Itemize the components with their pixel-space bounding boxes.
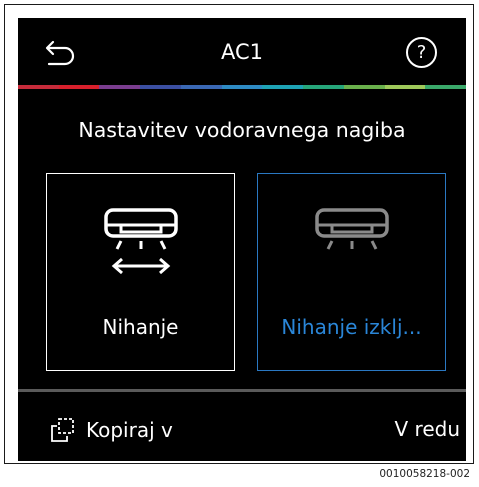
color-strip-segment — [343, 85, 385, 89]
option-swing[interactable]: Nihanje — [46, 173, 235, 371]
device-screen: AC1 ? Nastavitev vodoravnega nagiba Niha… — [18, 18, 466, 461]
option-label: Nihanje — [102, 315, 179, 339]
color-strip-segment — [99, 85, 141, 89]
copy-icon — [51, 418, 74, 442]
option-swing-off[interactable]: Nihanje izklj... — [257, 173, 446, 371]
color-strip-segment — [425, 85, 466, 89]
page-title: AC1 — [220, 40, 264, 64]
ac-swing-off-icon — [315, 208, 389, 250]
ok-button[interactable]: V redu — [395, 417, 461, 441]
footer-divider — [18, 389, 466, 392]
color-strip-segment — [303, 85, 344, 89]
image-code: 0010058218-002 — [379, 468, 470, 480]
copy-to-label: Kopiraj v — [86, 418, 173, 442]
color-strip-segment — [18, 85, 59, 89]
color-strip-segment — [262, 85, 304, 89]
color-strip-segment — [180, 85, 222, 89]
color-strip-segment — [221, 85, 263, 89]
color-strip-segment — [384, 85, 426, 89]
option-label: Nihanje izklj... — [281, 315, 422, 339]
help-button[interactable]: ? — [406, 37, 437, 68]
help-icon: ? — [416, 42, 427, 63]
brand-color-strip — [18, 85, 466, 89]
ac-swing-icon — [104, 208, 178, 275]
color-strip-segment — [140, 85, 181, 89]
color-strip-segment — [58, 85, 100, 89]
section-heading: Nastavitev vodoravnega nagiba — [78, 118, 406, 142]
copy-to-button[interactable]: Kopiraj v — [50, 416, 173, 444]
